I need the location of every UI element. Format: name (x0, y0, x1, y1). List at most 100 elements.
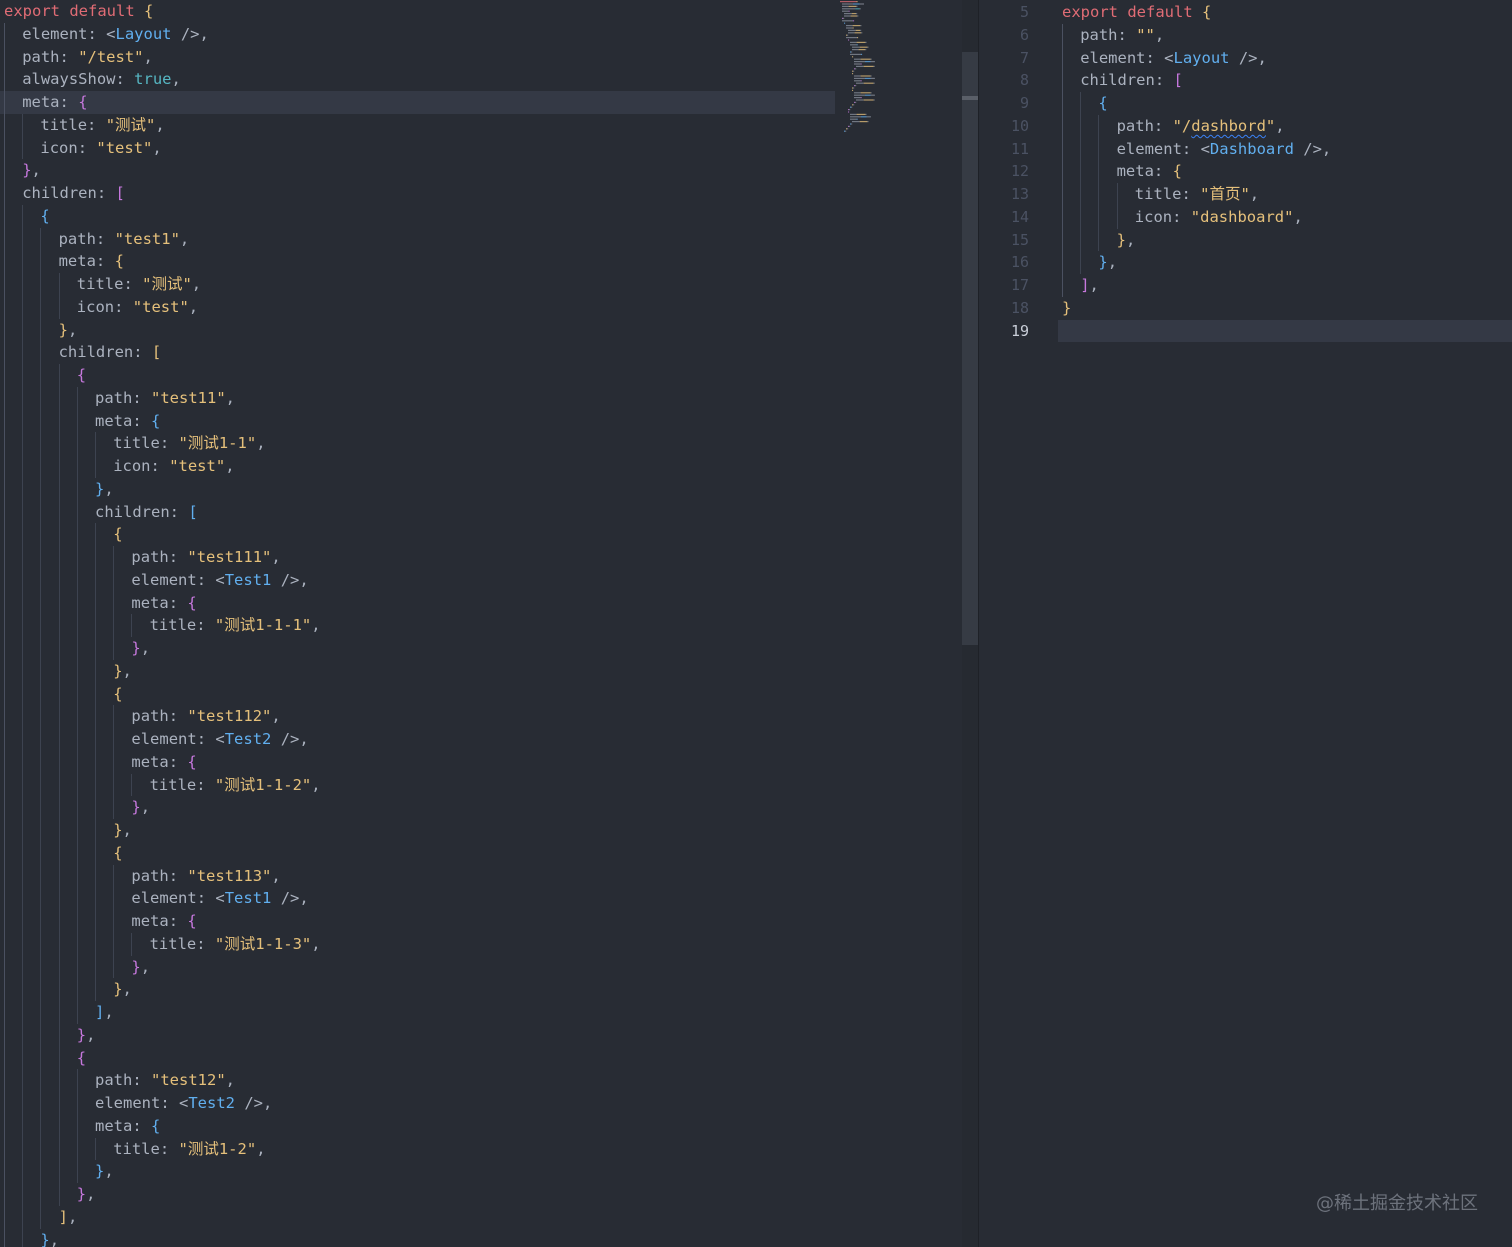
code-line[interactable]: icon: "test", (0, 295, 962, 319)
code-text: path: "/dashbord", (1117, 115, 1285, 138)
code-line[interactable]: 19 (1011, 319, 1512, 343)
code-line[interactable]: title: "测试1-1-1", (0, 614, 962, 637)
code-line[interactable]: path: "test111", (0, 546, 962, 569)
code-line[interactable]: meta: { (0, 750, 962, 774)
code-text: icon: "test", (40, 137, 161, 160)
indent-guide (58, 955, 60, 979)
code-line[interactable]: title: "测试", (0, 273, 962, 296)
indent-guide (4, 477, 5, 501)
code-line[interactable]: path: "test112", (0, 705, 962, 728)
code-line[interactable]: path: "test12", (0, 1069, 962, 1092)
right-code-area[interactable]: 5 export default {6 path: "", 7 element: <La… (979, 1, 1512, 343)
minimap[interactable] (838, 0, 900, 150)
code-line[interactable]: children: [ (0, 341, 962, 364)
indent-guide (4, 955, 5, 979)
code-line[interactable]: title: "测试1-1-2", (0, 773, 962, 797)
code-line[interactable]: children: [ (0, 500, 962, 524)
code-line[interactable]: 15}, (979, 228, 1512, 252)
left-editor-pane[interactable]: export default {element: <Layout />, path… (0, 0, 962, 1247)
code-line[interactable]: { (0, 1046, 962, 1070)
code-line[interactable]: icon: "test", (0, 455, 962, 478)
indent-guide (40, 728, 42, 751)
code-line[interactable]: title: "测试1-2", (0, 1137, 962, 1161)
editor-split-scrollbar[interactable] (962, 0, 979, 1247)
indent-guide (40, 796, 42, 819)
code-line[interactable]: export default { (0, 0, 962, 23)
code-line[interactable]: element: <Test2 />, (0, 728, 962, 751)
code-line[interactable]: }, (0, 1023, 962, 1047)
code-line[interactable]: meta: { (0, 1114, 962, 1138)
line-number: 8 (1019, 71, 1029, 90)
code-line[interactable]: 9{ (979, 92, 1512, 115)
code-line[interactable]: 11 element: <Dashboard />, (979, 137, 1512, 161)
code-text: title: "测试1-2", (113, 1138, 265, 1161)
code-line[interactable]: }, (0, 318, 962, 342)
left-code-area[interactable]: export default {element: <Layout />, path… (0, 0, 962, 1247)
indent-guide (4, 341, 5, 364)
code-line[interactable]: { (0, 682, 962, 706)
code-line[interactable]: 8 children: [ (979, 69, 1512, 92)
code-line[interactable]: 5 export default { (979, 1, 1512, 24)
code-line[interactable]: 18} (979, 297, 1512, 320)
code-line[interactable]: }, (0, 955, 962, 979)
code-line[interactable]: 7 element: <Layout />, (979, 46, 1512, 70)
code-line[interactable]: ], (0, 1205, 962, 1229)
indent-guide (95, 682, 96, 706)
code-line[interactable]: alwaysShow: true, (0, 68, 962, 91)
code-line[interactable]: path: "test1", (0, 227, 962, 251)
code-line[interactable]: element: <Test1 />, (0, 887, 962, 910)
code-line[interactable]: { (0, 204, 962, 228)
code-line[interactable]: 10 path: "/dashbord", (979, 114, 1512, 138)
code-token: ] (1080, 276, 1090, 294)
code-line[interactable]: }, (0, 1183, 962, 1206)
code-token: , (122, 821, 132, 839)
code-line[interactable]: meta: { (0, 409, 962, 433)
code-line[interactable]: 17], (979, 274, 1512, 297)
code-line[interactable]: }, (0, 1160, 962, 1183)
code-line[interactable]: }, (0, 637, 962, 660)
code-line[interactable]: element: <Test2 />, (0, 1092, 962, 1115)
line-number: 10 (1010, 116, 1029, 135)
code-line[interactable]: 14 icon: "dashboard", (979, 205, 1512, 229)
minimap-stripe (852, 104, 854, 106)
code-line[interactable]: children: [ (0, 182, 962, 205)
code-line[interactable]: path: "test11", (0, 386, 962, 410)
code-line[interactable]: meta: { (0, 250, 962, 273)
code-line[interactable]: ], (0, 1001, 962, 1024)
code-line[interactable]: meta: { (0, 910, 962, 933)
code-text: title: "测试1-1-3", (150, 933, 321, 956)
indent-guide (58, 546, 60, 569)
minimap-stripe (850, 113, 857, 115)
code-line[interactable]: icon: "test", (0, 136, 962, 160)
code-line[interactable]: 12 meta: { (979, 160, 1512, 183)
code-line[interactable]: path: "test113", (0, 864, 962, 888)
code-line[interactable]: meta: { (0, 91, 835, 114)
code-line[interactable]: title: "测试1-1-3", (0, 932, 962, 956)
code-line[interactable]: meta: { (0, 591, 962, 615)
code-line[interactable]: title: "测试", (0, 113, 962, 137)
indent-guide (58, 750, 60, 774)
code-token: Test2 (224, 730, 272, 748)
code-line[interactable]: element: <Layout />, (0, 22, 962, 46)
code-line[interactable]: { (0, 841, 962, 865)
code-line[interactable]: { (0, 523, 962, 546)
code-line[interactable]: }, (0, 1228, 962, 1247)
minimap-stripe (861, 53, 863, 55)
code-line[interactable]: element: <Test1 />, (0, 568, 962, 592)
code-line[interactable]: }, (0, 659, 962, 683)
code-line[interactable]: { (0, 364, 962, 387)
code-line[interactable]: }, (0, 978, 962, 1001)
code-line[interactable]: 16}, (979, 251, 1512, 274)
code-line[interactable]: }, (0, 796, 962, 819)
indent-guide (131, 932, 133, 956)
code-text: path: "", (1080, 24, 1164, 47)
code-line[interactable]: path: "/test", (0, 45, 962, 69)
scrollbar-thumb[interactable] (962, 52, 979, 645)
right-editor-pane[interactable]: 5 export default {6 path: "", 7 element: <La… (979, 0, 1512, 1247)
code-line[interactable]: title: "测试1-1", (0, 432, 962, 455)
code-line[interactable]: }, (0, 819, 962, 842)
code-line[interactable]: 13 title: "首页", (979, 183, 1512, 206)
code-line[interactable]: 6 path: "", (979, 23, 1512, 47)
code-line[interactable]: }, (0, 159, 962, 182)
code-line[interactable]: }, (0, 477, 962, 501)
